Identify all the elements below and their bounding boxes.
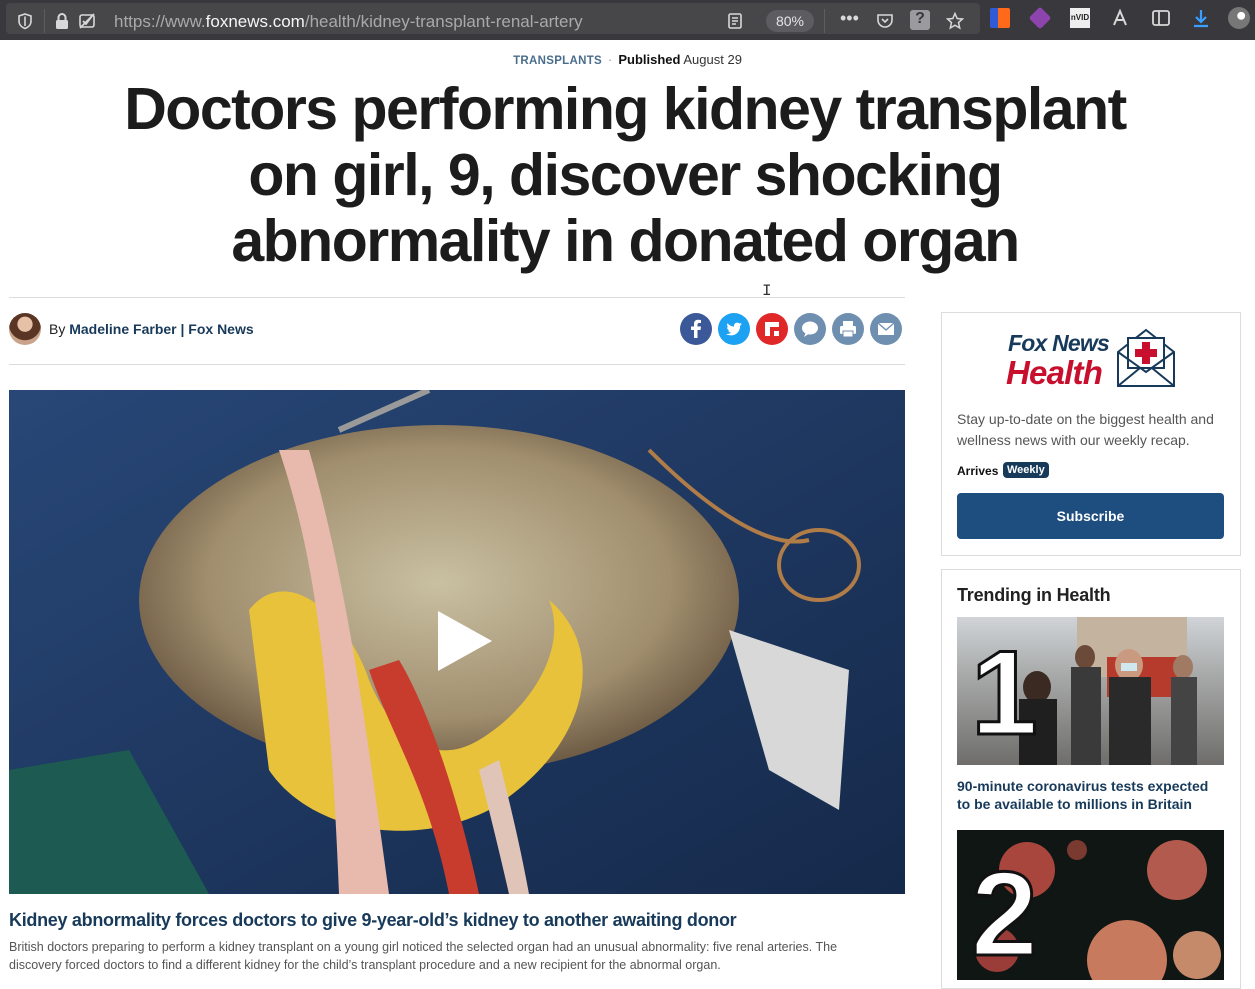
account-icon[interactable]: [1228, 7, 1250, 29]
twitter-share-icon[interactable]: [718, 313, 750, 345]
comments-icon[interactable]: [794, 313, 826, 345]
cube-extension-icon[interactable]: [1028, 6, 1052, 30]
page-actions-icon[interactable]: •••: [840, 9, 859, 27]
trending-image-2[interactable]: 2: [957, 830, 1224, 980]
published-date: August 29: [683, 52, 742, 67]
flipboard-share-icon[interactable]: [756, 313, 788, 345]
subscribe-button[interactable]: Subscribe: [957, 493, 1224, 539]
trending-image-1[interactable]: 1: [957, 617, 1224, 765]
trending-headline-1[interactable]: 90-minute coronavirus tests expected to …: [957, 777, 1224, 813]
zoom-level[interactable]: 80%: [766, 10, 814, 32]
author-link[interactable]: Madeline Farber | Fox News: [69, 321, 253, 337]
shield-icon[interactable]: [16, 12, 34, 30]
bookmark-star-icon[interactable]: [946, 12, 964, 30]
published-label: Published: [618, 52, 681, 67]
trending-title: Trending in Health: [957, 585, 1111, 605]
article-headline: Doctors performing kidney transplant on …: [124, 76, 1127, 274]
pocket-icon[interactable]: [876, 12, 894, 30]
trending-rank: 2: [970, 847, 1040, 980]
category-link[interactable]: TRANSPLANTS: [513, 55, 602, 67]
byline: By Madeline Farber | Fox News: [49, 321, 254, 337]
divider: [9, 364, 905, 365]
video-caption-text: British doctors preparing to perform a k…: [9, 940, 838, 972]
video-caption-title[interactable]: Kidney abnormality forces doctors to giv…: [9, 910, 737, 931]
envelope-medical-icon: [1117, 328, 1175, 387]
url-text[interactable]: https://www.foxnews.com/health/kidney-tr…: [114, 12, 583, 32]
newsletter-brand-top: Fox News: [1008, 330, 1110, 356]
newsletter-description: Stay up-to-date on the biggest health an…: [957, 411, 1214, 448]
trending-rank: 1: [970, 626, 1040, 760]
reader-view-icon[interactable]: [726, 12, 744, 30]
invidious-extension-icon[interactable]: nVID: [1070, 8, 1090, 28]
help-icon[interactable]: ?: [910, 10, 930, 30]
play-icon[interactable]: [438, 611, 492, 671]
translate-extension-icon[interactable]: [1110, 7, 1132, 29]
newsletter-brand-bottom: Health: [1006, 354, 1103, 391]
article-meta: TRANSPLANTS · Published August 29: [513, 52, 742, 67]
email-share-icon[interactable]: [870, 313, 902, 345]
facebook-share-icon[interactable]: [680, 313, 712, 345]
print-icon[interactable]: [832, 313, 864, 345]
arrives-label: Arrives: [957, 464, 999, 478]
extension-icon[interactable]: [990, 8, 1010, 28]
download-icon[interactable]: [1190, 7, 1212, 29]
browser-toolbar: https://www.foxnews.com/health/kidney-tr…: [0, 0, 1255, 40]
url-bar[interactable]: https://www.foxnews.com/health/kidney-tr…: [6, 3, 980, 34]
frequency-badge: Weekly: [1003, 462, 1049, 478]
author-avatar[interactable]: [9, 313, 41, 345]
sidebar-icon[interactable]: [1150, 7, 1172, 29]
lock-icon[interactable]: [53, 12, 71, 30]
divider: [9, 297, 905, 298]
tracking-protection-icon[interactable]: [78, 12, 96, 30]
